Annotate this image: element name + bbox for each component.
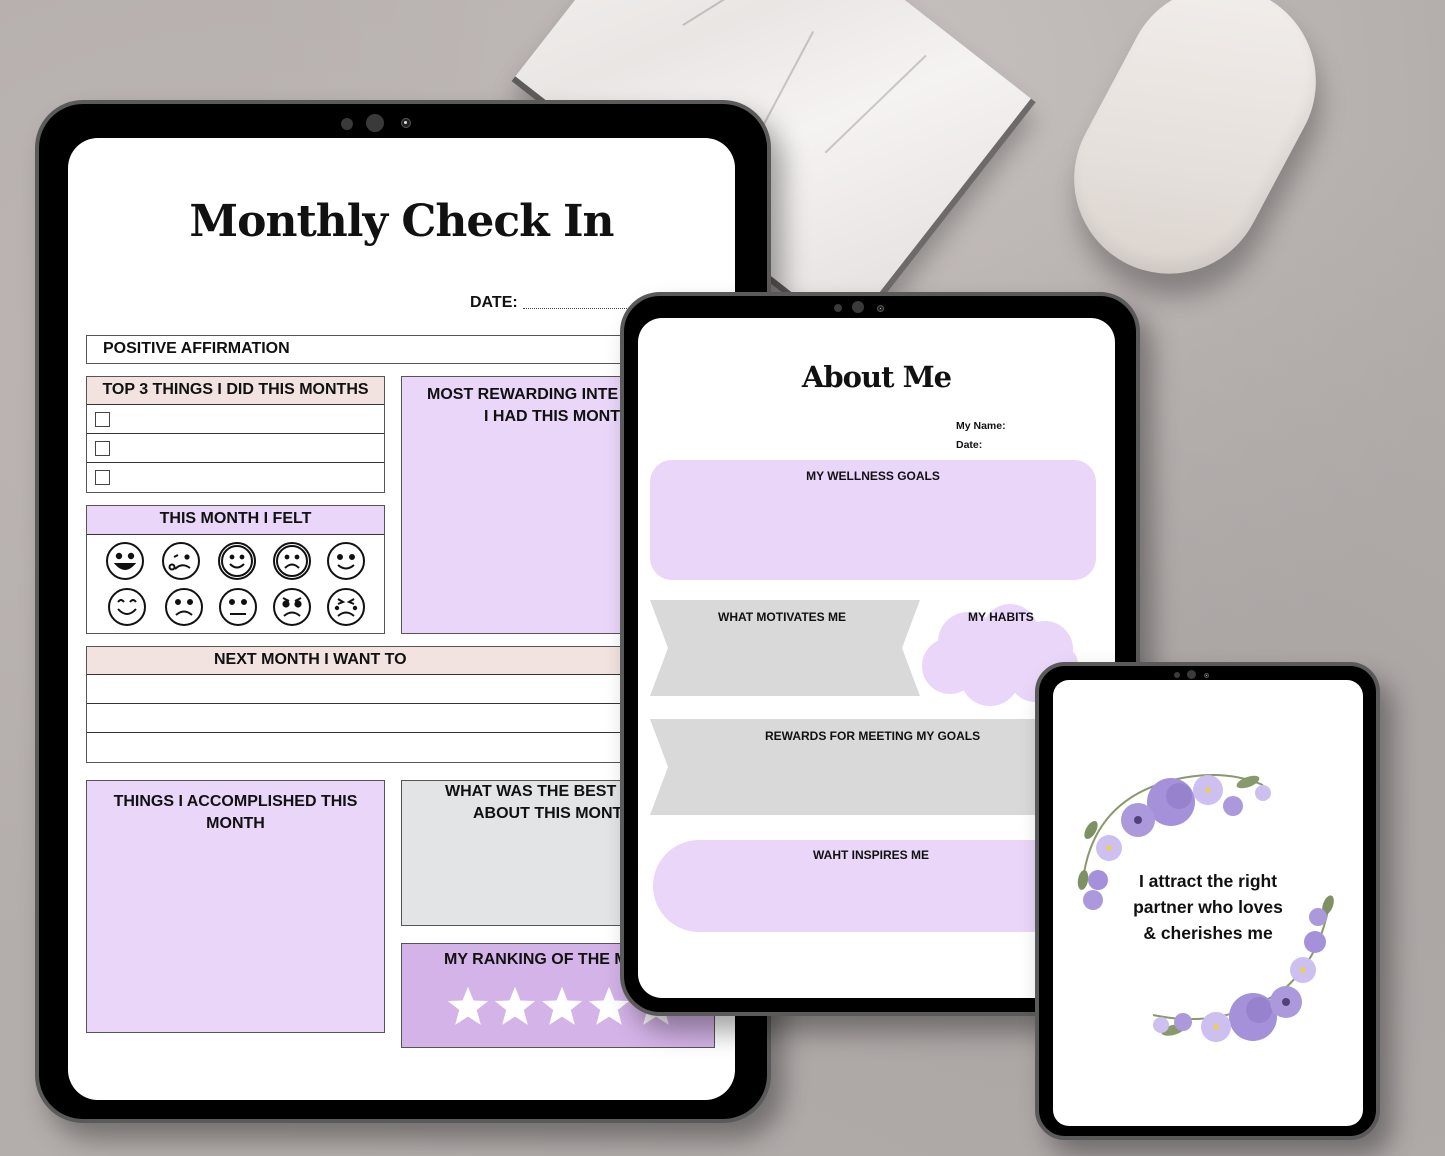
- sensor-icon: [401, 118, 411, 128]
- accomplished-title-line1: THINGS I ACCOMPLISHED THIS: [113, 793, 358, 810]
- top3-item[interactable]: [87, 404, 384, 434]
- mood-faces: [106, 542, 365, 626]
- smile-outline-face-icon[interactable]: [218, 542, 256, 580]
- mood-header: THIS MONTH I FELT: [87, 506, 384, 535]
- camera-dot-icon: [1174, 672, 1180, 678]
- star-icon[interactable]: [540, 984, 584, 1028]
- inspires-label: WAHT INSPIRES ME: [813, 848, 930, 862]
- motivates-label: WHAT MOTIVATES ME: [718, 610, 846, 624]
- frown-outline-face-icon[interactable]: [273, 542, 311, 580]
- page-title: Monthly Check In: [189, 196, 614, 247]
- affirmation-text: I attract the right partner who loves & …: [1053, 868, 1363, 946]
- camera-dot-icon: [341, 118, 353, 130]
- date-label[interactable]: Date:: [956, 439, 982, 451]
- date-label: DATE:: [470, 294, 518, 311]
- ranking-label: MY RANKING OF THE M: [444, 951, 628, 968]
- crying-face-icon[interactable]: [162, 542, 200, 580]
- camera-icon: [852, 301, 864, 313]
- best-title-line1: WHAT WAS THE BEST: [445, 783, 617, 800]
- mood-tracker: THIS MONTH I FELT: [86, 505, 385, 634]
- top3-item[interactable]: [87, 433, 384, 463]
- sensor-icon: [1204, 673, 1209, 678]
- checkbox[interactable]: [95, 470, 110, 485]
- wellness-goals-label: MY WELLNESS GOALS: [806, 469, 940, 483]
- computer-mouse: [1040, 0, 1350, 308]
- top3-list: TOP 3 THINGS I DID THIS MONTHS: [86, 376, 385, 493]
- checkbox[interactable]: [95, 441, 110, 456]
- rewarding-title-line1: MOST REWARDING INTE: [427, 386, 619, 403]
- my-name-label[interactable]: My Name:: [956, 420, 1006, 432]
- upset-face-icon[interactable]: [327, 588, 365, 626]
- camera-icon: [1187, 670, 1196, 679]
- big-grin-face-icon[interactable]: [106, 542, 144, 580]
- about-me-title: About Me: [801, 360, 952, 394]
- affirmation-line1: I attract the right: [1138, 871, 1278, 891]
- top3-item[interactable]: [87, 462, 384, 492]
- affirmation-page: I attract the right partner who loves & …: [1053, 680, 1363, 1126]
- accomplished-box[interactable]: THINGS I ACCOMPLISHED THIS MONTH: [86, 780, 385, 1033]
- best-title-line2: ABOUT THIS MONT: [473, 805, 623, 822]
- affirmation-line3: & cherishes me: [1143, 923, 1273, 943]
- star-icon[interactable]: [446, 984, 490, 1028]
- checkbox[interactable]: [95, 412, 110, 427]
- accomplished-title-line2: MONTH: [206, 815, 265, 832]
- rewards-label: REWARDS FOR MEETING MY GOALS: [765, 729, 981, 743]
- habits-label: MY HABITS: [968, 610, 1034, 624]
- smile-face-icon[interactable]: [327, 542, 365, 580]
- accomplished-title: THINGS I ACCOMPLISHED THIS MONTH: [87, 781, 384, 835]
- affirmation-line2: partner who loves: [1133, 897, 1283, 917]
- sad-face-icon[interactable]: [165, 588, 203, 626]
- wellness-goals-box[interactable]: MY WELLNESS GOALS: [650, 460, 1096, 580]
- happy-eyes-closed-face-icon[interactable]: [108, 588, 146, 626]
- angry-face-icon[interactable]: [273, 588, 311, 626]
- top3-header: TOP 3 THINGS I DID THIS MONTHS: [87, 377, 384, 404]
- sensor-icon: [877, 305, 884, 312]
- star-icon[interactable]: [493, 984, 537, 1028]
- positive-affirmation-label: POSITIVE AFFIRMATION: [103, 340, 290, 357]
- rewarding-title-line2: I HAD THIS MONT: [484, 408, 620, 425]
- neutral-face-icon[interactable]: [219, 588, 257, 626]
- camera-dot-icon: [834, 304, 842, 312]
- camera-icon: [366, 114, 384, 132]
